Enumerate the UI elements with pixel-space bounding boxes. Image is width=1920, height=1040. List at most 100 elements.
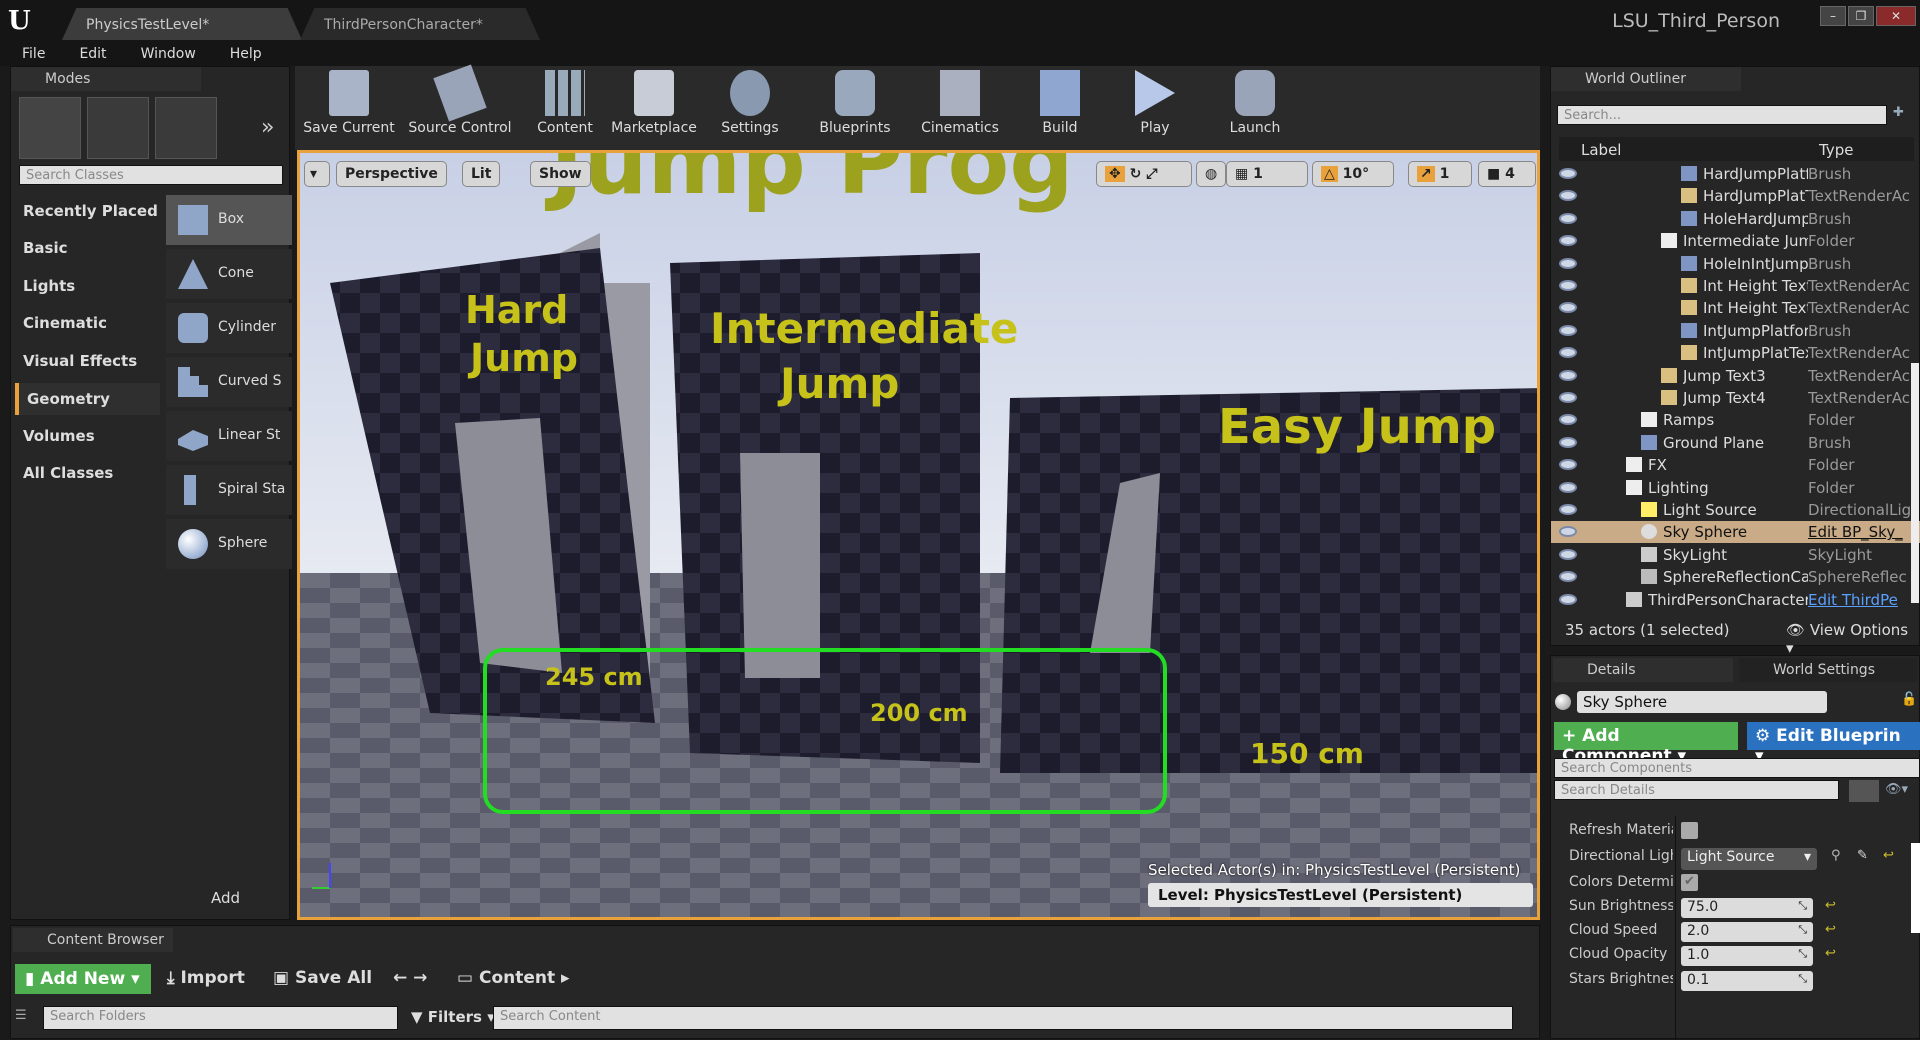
outliner-row[interactable]: HardJumpPlatTe:TextRenderAc (1551, 185, 1920, 207)
actor-name-field[interactable]: Sky Sphere (1577, 691, 1827, 713)
rotation-snap[interactable]: △ 10° (1312, 161, 1394, 187)
lock-icon[interactable]: 🔓 (1901, 692, 1917, 707)
visibility-eye-icon[interactable] (1559, 548, 1577, 560)
search-details-input[interactable]: Search Details (1554, 780, 1839, 800)
import-button[interactable]: ⤓ Import (167, 968, 245, 988)
marketplace-button[interactable]: Marketplace (609, 70, 699, 136)
scale-snap[interactable]: ↗ 1 (1408, 161, 1472, 187)
source-control-button[interactable]: Source Control (405, 64, 515, 136)
content-browser-tab[interactable]: Content Browser (13, 928, 173, 952)
outliner-row[interactable]: Jump Text3 TextRenderAc (1551, 365, 1920, 387)
visibility-eye-icon[interactable] (1559, 593, 1577, 605)
modes-tab[interactable]: Modes (11, 67, 201, 91)
world-outliner-tab[interactable]: World Outliner (1551, 67, 1741, 91)
outliner-row[interactable]: Sky Sphere Edit BP_Sky_ (1551, 521, 1920, 544)
grid-snap[interactable]: ▦ 1 (1226, 161, 1308, 187)
category-visual-effects[interactable]: Visual Effects (23, 352, 137, 370)
world-settings-tab[interactable]: World Settings (1739, 658, 1917, 682)
drag-handle-icon[interactable]: ⤡ (1798, 923, 1807, 937)
visibility-eye-icon[interactable] (1559, 190, 1577, 202)
shape-sphere[interactable]: Sphere (166, 519, 292, 569)
property-number-field[interactable]: 2.0 ⤡ (1681, 922, 1813, 942)
visibility-eye-icon[interactable] (1559, 436, 1577, 448)
browse-icon[interactable]: ⚲ (1831, 848, 1841, 863)
visibility-eye-icon[interactable] (1559, 212, 1577, 224)
category-basic[interactable]: Basic (23, 239, 68, 257)
more-modes-icon[interactable]: » (261, 115, 274, 140)
category-geometry[interactable]: Geometry (15, 383, 160, 415)
menu-help[interactable]: Help (208, 44, 274, 62)
category-cinematic[interactable]: Cinematic (23, 314, 107, 332)
minimize-button[interactable]: – (1820, 6, 1846, 26)
visibility-eye-icon[interactable] (1559, 481, 1577, 493)
outliner-row[interactable]: Jump Text4 TextRenderAc (1551, 387, 1920, 409)
history-back-forward[interactable]: ← → (393, 968, 427, 988)
visibility-eye-icon[interactable] (1559, 347, 1577, 359)
outliner-row[interactable]: Intermediate JumpFolder (1551, 230, 1920, 252)
add-new-button[interactable]: ▮ Add New ▾ (15, 964, 151, 994)
category-all-classes[interactable]: All Classes (23, 464, 113, 482)
visibility-eye-icon[interactable] (1559, 257, 1577, 269)
property-matrix-icon[interactable] (1849, 780, 1879, 802)
search-components-input[interactable]: Search Components (1554, 758, 1920, 778)
outliner-row[interactable]: SphereReflectionCaptSphereReflec (1551, 566, 1920, 588)
play-button[interactable]: Play (1125, 70, 1185, 136)
outliner-row[interactable]: Light Source DirectionalLig (1551, 499, 1920, 521)
search-folders-input[interactable]: Search Folders (43, 1006, 398, 1030)
outliner-row[interactable]: Int Height Text2TextRenderAc (1551, 275, 1920, 297)
blueprints-button[interactable]: Blueprints (815, 70, 895, 136)
visibility-eye-icon[interactable] (1559, 280, 1577, 291)
save-all-button[interactable]: ▣ Save All (273, 968, 372, 988)
shape-linear-stair[interactable]: Linear St (166, 411, 292, 461)
launch-button[interactable]: Launch (1220, 70, 1290, 136)
shape-cylinder[interactable]: Cylinder (166, 303, 292, 353)
sources-toggle-icon[interactable]: ☰ (15, 1008, 27, 1023)
save-current-button[interactable]: Save Current (303, 70, 395, 136)
visibility-eye-icon[interactable] (1559, 324, 1577, 336)
world-local-toggle[interactable]: ◍ (1196, 161, 1227, 187)
visibility-filter-icon[interactable]: 👁▾ (1885, 782, 1908, 797)
outliner-scrollbar[interactable] (1911, 363, 1919, 603)
column-label[interactable]: Label (1581, 141, 1621, 159)
translate-icon[interactable]: ✥ (1105, 166, 1125, 182)
shape-curved-stair[interactable]: Curved S (166, 357, 292, 407)
reset-to-default-icon[interactable]: ↩ (1883, 848, 1894, 863)
shape-cone[interactable]: Cone (166, 249, 292, 299)
drag-handle-icon[interactable]: ⤡ (1798, 947, 1807, 961)
close-button[interactable]: ✕ (1876, 6, 1916, 26)
cinematics-button[interactable]: Cinematics (915, 70, 1005, 136)
category-lights[interactable]: Lights (23, 277, 75, 295)
drag-handle-icon[interactable]: ⤡ (1798, 899, 1807, 913)
add-component-button[interactable]: + Add Component ▾ (1554, 722, 1738, 766)
scale-icon[interactable]: ⤢ (1146, 166, 1157, 182)
row-type[interactable]: Edit ThirdPe (1808, 591, 1913, 609)
build-button[interactable]: Build (1030, 70, 1090, 136)
settings-button[interactable]: Settings (715, 70, 785, 136)
category-recently-placed[interactable]: Recently Placed (23, 202, 158, 220)
visibility-eye-icon[interactable] (1559, 459, 1577, 471)
outliner-row[interactable]: Ground Plane Brush (1551, 432, 1920, 454)
camera-speed[interactable]: ■ 4 (1478, 161, 1536, 187)
property-number-field[interactable]: 0.1 ⤡ (1681, 971, 1813, 991)
visibility-eye-icon[interactable] (1559, 302, 1577, 314)
property-dropdown[interactable]: Light Source ▾ (1681, 848, 1817, 870)
reset-to-default-icon[interactable]: ↩ (1825, 922, 1836, 937)
outliner-row[interactable]: SkyLight SkyLight (1551, 544, 1920, 566)
transform-tools[interactable]: ✥ ↻ ⤢ (1096, 161, 1192, 187)
path-content[interactable]: ▭ Content ▸ (457, 968, 570, 988)
maximize-button[interactable]: ❐ (1848, 6, 1874, 26)
reset-to-default-icon[interactable]: ↩ (1825, 946, 1836, 961)
outliner-row[interactable]: HardJumpPlatforBrush (1551, 163, 1920, 185)
eyedropper-icon[interactable]: ✎ (1857, 848, 1868, 863)
visibility-eye-icon[interactable] (1559, 414, 1577, 426)
visibility-eye-icon[interactable] (1559, 168, 1577, 179)
outliner-search-input[interactable]: Search... (1557, 105, 1887, 125)
drag-handle-icon[interactable]: ⤡ (1798, 972, 1807, 986)
perspective-button[interactable]: Perspective (336, 161, 447, 187)
tab-physics-test-level[interactable]: PhysicsTestLevel* (62, 8, 302, 40)
outliner-row[interactable]: FX Folder (1551, 454, 1920, 476)
visibility-eye-icon[interactable] (1559, 369, 1577, 381)
outliner-row[interactable]: HoleHardJumpPl:Brush (1551, 208, 1920, 230)
view-options-button[interactable]: 👁 View Options ▾ (1786, 621, 1919, 657)
outliner-row[interactable]: HoleInIntJumpPlaBrush (1551, 253, 1920, 275)
